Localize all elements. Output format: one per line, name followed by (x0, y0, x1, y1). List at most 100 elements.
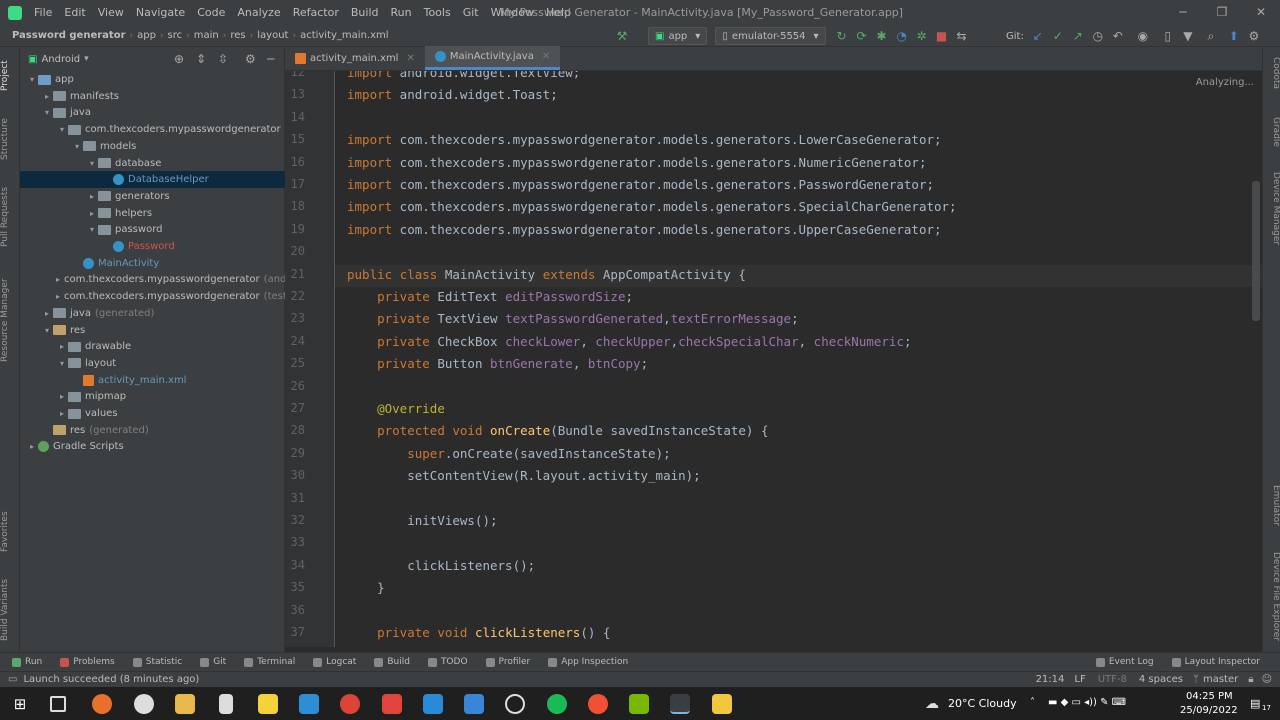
close-tab-icon[interactable]: ✕ (406, 53, 414, 64)
code-line[interactable]: import android.widget.TextView; (347, 71, 580, 80)
chevron-right-icon[interactable]: ▸ (56, 292, 60, 301)
chrome-icon[interactable] (340, 694, 360, 714)
breadcrumb-file[interactable]: activity_main.xml (296, 30, 392, 41)
chevron-down-icon[interactable]: ▾ (26, 75, 38, 84)
code-line[interactable]: setContentView(R.layout.activity_main); (347, 468, 701, 483)
chevron-right-icon[interactable]: ▸ (56, 275, 60, 284)
minimize-icon[interactable]: ─ (1163, 0, 1203, 25)
anydesk-icon[interactable] (382, 694, 402, 714)
code-line[interactable]: private void clickListeners() { (347, 625, 610, 640)
code-line[interactable]: import com.thexcoders.mypasswordgenerato… (347, 155, 926, 170)
code-line[interactable]: import com.thexcoders.mypasswordgenerato… (347, 177, 934, 192)
stop-icon[interactable]: ■ (932, 26, 952, 46)
tree-item[interactable]: ▸ java (generated) (20, 305, 285, 322)
chevron-right-icon[interactable]: ▸ (26, 442, 38, 451)
tree-item[interactable]: MainActivity (20, 255, 285, 272)
gear-icon[interactable]: ⚙ (245, 52, 256, 66)
breadcrumb-src[interactable]: src (164, 30, 187, 41)
tree-item[interactable]: ▸ manifests (20, 88, 285, 105)
tree-item[interactable]: ▾ java (20, 104, 285, 121)
chevron-right-icon[interactable]: ▸ (56, 342, 68, 351)
menu-run[interactable]: Run (385, 0, 418, 25)
tool-tab-run[interactable]: Run (6, 657, 48, 667)
inspector-icon[interactable]: ☺ (1262, 674, 1272, 685)
tree-item[interactable]: DatabaseHelper (20, 171, 285, 189)
tab-device-file-explorer[interactable]: Device File Explorer (1265, 552, 1280, 647)
tree-item[interactable]: ▾ database (20, 155, 285, 172)
file-explorer-icon[interactable] (175, 694, 195, 714)
tree-item[interactable]: ▸ Gradle Scripts (20, 438, 285, 455)
tree-item[interactable]: ▸ drawable (20, 338, 285, 355)
profile-icon[interactable]: ◔ (892, 26, 912, 46)
chevron-right-icon[interactable]: ▸ (86, 209, 98, 218)
menu-navigate[interactable]: Navigate (130, 0, 191, 25)
chevron-right-icon[interactable]: ▸ (41, 92, 53, 101)
sync-icon[interactable]: ⇆ (952, 26, 972, 46)
menu-git[interactable]: Git (457, 0, 485, 25)
code-line[interactable]: initViews(); (347, 513, 497, 528)
tree-item[interactable]: ▾ models (20, 138, 285, 155)
breadcrumb-project[interactable]: Password generator (8, 30, 130, 41)
cursor-position[interactable]: 21:14 (1036, 674, 1065, 685)
vscode-icon[interactable] (423, 694, 443, 714)
chevron-down-icon[interactable]: ▾ (86, 225, 98, 234)
tree-item[interactable]: ▸ com.thexcoders.mypasswordgenerator (test… (20, 288, 285, 305)
update-icon[interactable]: ⬆ (1224, 26, 1244, 46)
code-line[interactable]: protected void onCreate(Bundle savedInst… (347, 423, 768, 438)
rollback-icon[interactable]: ↶ (1108, 26, 1128, 46)
tool-tab-problems[interactable]: Problems (54, 657, 120, 667)
chevron-right-icon[interactable]: ▸ (86, 192, 98, 201)
lock-icon[interactable]: 🔒︎ (1248, 674, 1253, 685)
tool-tab-build[interactable]: Build (368, 657, 416, 667)
tool-tab-layout-inspector[interactable]: Layout Inspector (1166, 657, 1266, 667)
chevron-right-icon[interactable]: ▸ (56, 409, 68, 418)
device-dropdown[interactable]: ▯ emulator-5554 ▾ (715, 27, 826, 45)
breadcrumb-main[interactable]: main (190, 30, 223, 41)
code-line[interactable]: import com.thexcoders.mypasswordgenerato… (347, 222, 942, 237)
task-view-icon[interactable] (50, 696, 66, 712)
attach-debugger-icon[interactable]: ✲ (912, 26, 932, 46)
tool-tab-app-inspection[interactable]: App Inspection (542, 657, 634, 667)
tool-tab-profiler[interactable]: Profiler (480, 657, 537, 667)
notification-icon[interactable]: ▤ (1250, 697, 1260, 710)
expand-all-icon[interactable]: ⇕ (196, 52, 206, 66)
tab-favorites[interactable]: Favorites (0, 507, 20, 557)
chevron-right-icon[interactable]: ▸ (56, 392, 68, 401)
clock-time[interactable]: 04:25 PM (1186, 691, 1233, 702)
android-studio-taskbar-icon[interactable] (670, 694, 690, 714)
chevron-down-icon[interactable]: ▾ (56, 125, 68, 134)
rerun-icon[interactable]: ↻ (832, 26, 852, 46)
git-update-icon[interactable]: ↙ (1028, 26, 1048, 46)
git-app-icon[interactable] (588, 694, 608, 714)
tree-item[interactable]: ▸ com.thexcoders.mypasswordgenerator(andr (20, 271, 285, 288)
menu-build[interactable]: Build (345, 0, 385, 25)
tree-item[interactable]: ▸ generators (20, 188, 285, 205)
code-line[interactable]: clickListeners(); (347, 558, 535, 573)
clock-date[interactable]: 25/09/2022 (1180, 705, 1238, 716)
view-mode-dropdown[interactable]: Android (41, 54, 80, 65)
settings-app-icon[interactable] (134, 694, 154, 714)
tree-item[interactable]: ▸ values (20, 405, 285, 422)
notepad-icon[interactable] (219, 694, 233, 714)
scrollbar-thumb[interactable] (1252, 181, 1260, 321)
code-line[interactable]: private TextView textPasswordGenerated,t… (347, 311, 798, 326)
chevron-down-icon[interactable]: ▾ (86, 159, 98, 168)
firefox-icon[interactable] (92, 694, 112, 714)
chevron-right-icon[interactable]: ▸ (41, 309, 53, 318)
chevron-down-icon[interactable]: ▾ (71, 142, 83, 151)
chevron-down-icon[interactable]: ▾ (41, 326, 53, 335)
hammer-icon[interactable]: ⚒ (612, 26, 632, 46)
tab-structure[interactable]: Structure (0, 109, 20, 169)
tool-tab-statistic[interactable]: Statistic (127, 657, 188, 667)
todo-app-icon[interactable] (464, 694, 484, 714)
tool-tab-logcat[interactable]: Logcat (307, 657, 362, 667)
tree-item[interactable]: Password (20, 238, 285, 255)
tree-item[interactable]: ▾ layout (20, 355, 285, 372)
status-message[interactable]: Launch succeeded (8 minutes ago) (23, 674, 199, 685)
code-line[interactable]: private Button btnGenerate, btnCopy; (347, 356, 648, 371)
code-line[interactable]: private CheckBox checkLower, checkUpper,… (347, 334, 911, 349)
debug-icon[interactable]: ✱ (872, 26, 892, 46)
calculator-icon[interactable] (299, 694, 319, 714)
bluestacks-icon[interactable] (712, 694, 732, 714)
code-line[interactable]: import android.widget.Toast; (347, 87, 558, 102)
